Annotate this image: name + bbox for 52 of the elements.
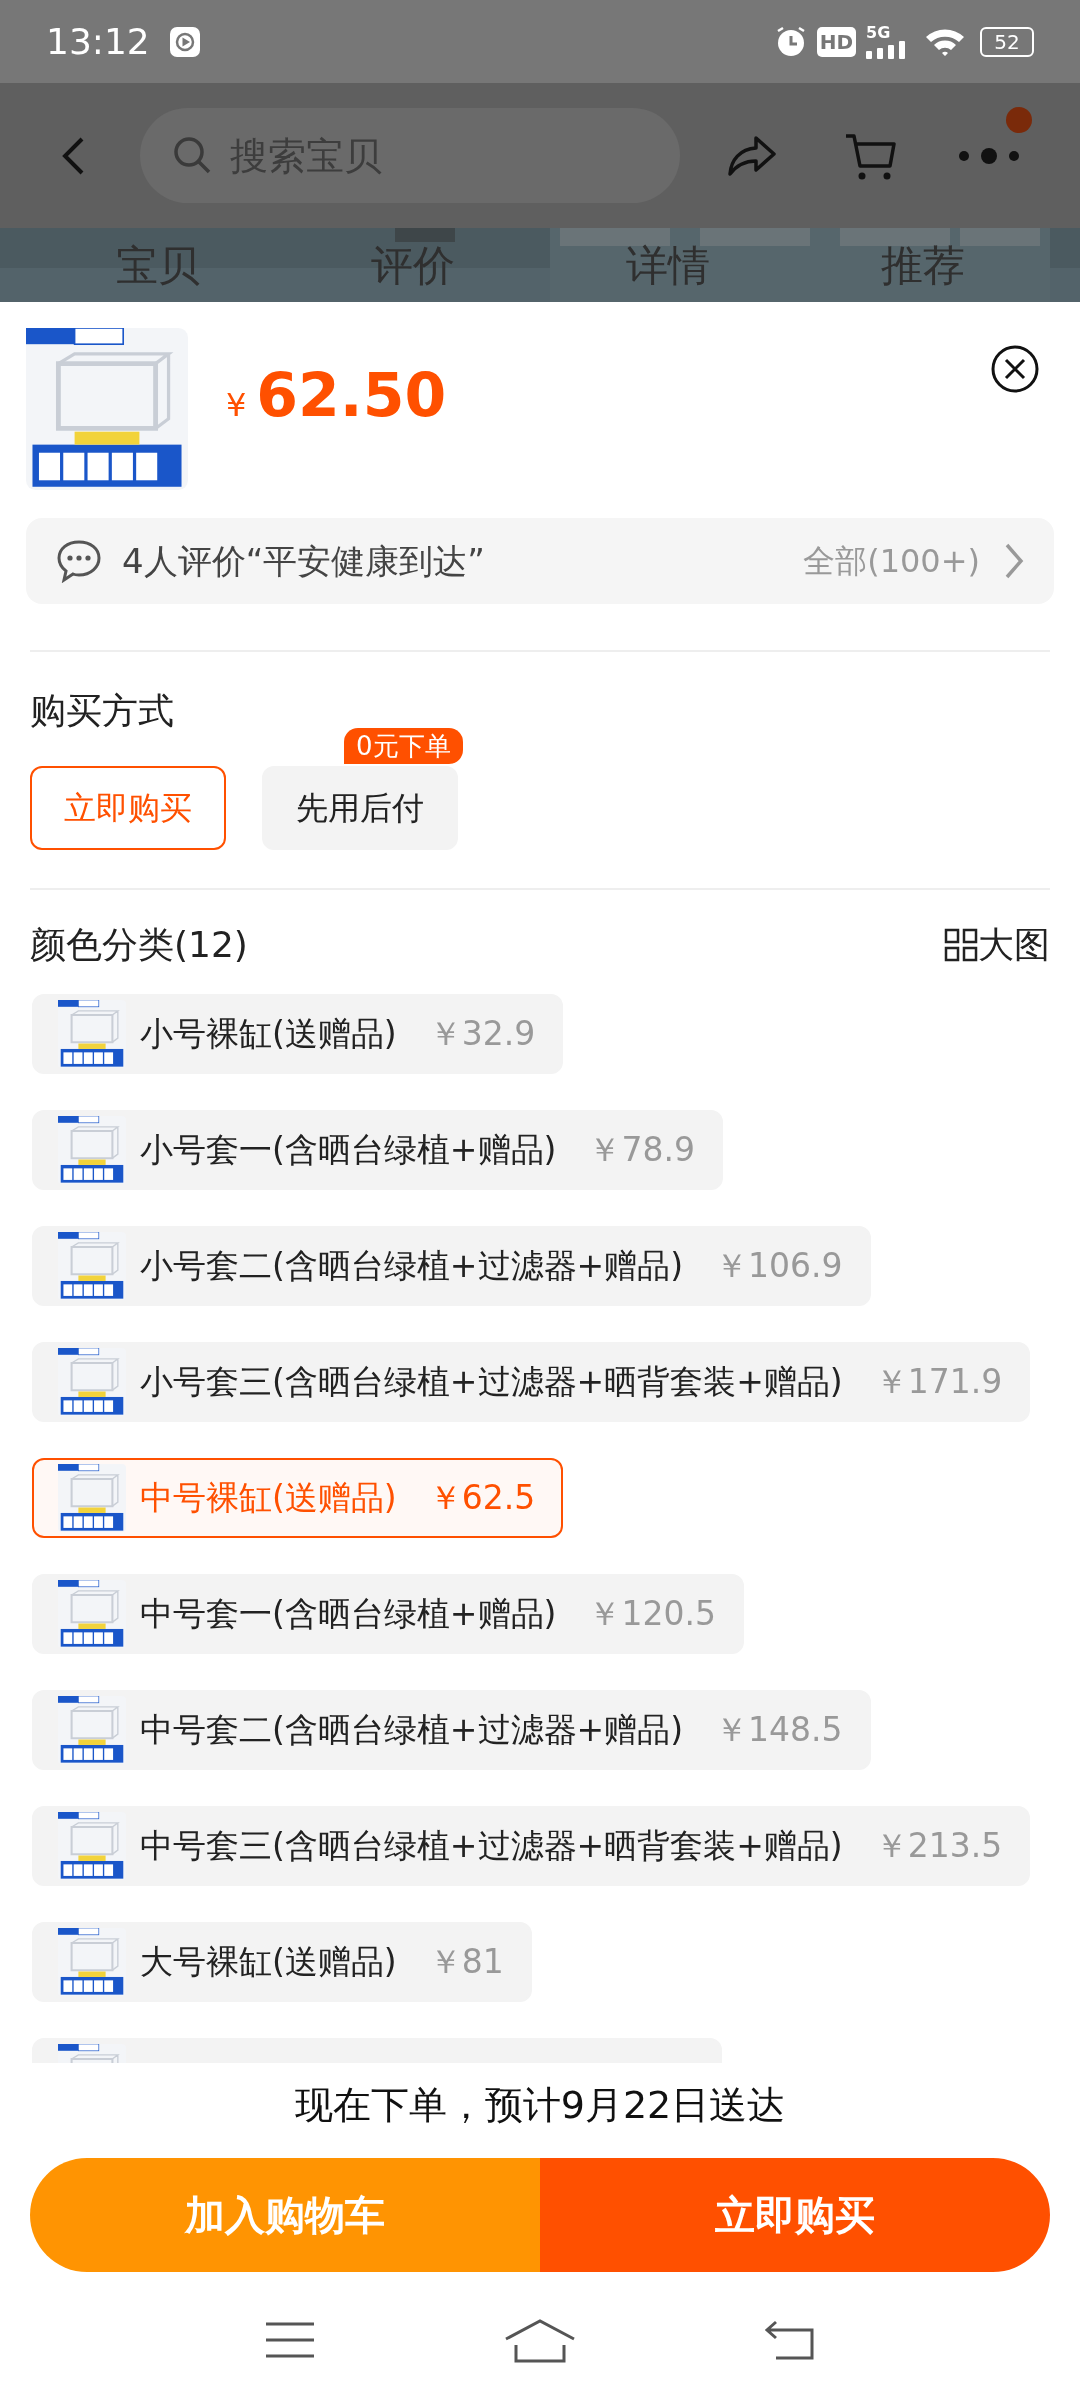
option-name: 中号裸缸(送赠品) <box>140 1477 397 1520</box>
color-option[interactable]: 大号裸缸(送赠品) ￥81 <box>32 1922 532 2002</box>
status-time: 13:12 <box>46 19 150 64</box>
option-name: 大号裸缸(送赠品) <box>140 1941 397 1984</box>
color-option[interactable]: 小号裸缸(送赠品) ￥32.9 <box>32 994 564 1074</box>
color-option[interactable]: 小号套三(含晒台绿植+过滤器+晒背套装+赠品) ￥171.9 <box>32 1342 1031 1422</box>
network-type: 5G <box>866 24 891 41</box>
home-icon[interactable] <box>504 2317 576 2363</box>
option-price: ￥106.9 <box>715 1245 843 1288</box>
more-icon[interactable] <box>958 147 1020 164</box>
purchase-option[interactable]: 先用后付 <box>262 766 458 850</box>
price-label: ¥ 62.50 <box>226 359 447 432</box>
hd-indicator: HD <box>816 26 856 57</box>
option-price: ￥213.5 <box>874 1825 1003 1868</box>
option-price: ￥62.5 <box>428 1477 536 1520</box>
search-icon <box>172 135 212 175</box>
color-option[interactable]: 中号套二(含晒台绿植+过滤器+赠品) ￥148.5 <box>32 1690 871 1770</box>
battery-level: 52 <box>994 31 1020 52</box>
option-name: 中号套三(含晒台绿植+过滤器+晒背套装+赠品) <box>140 1825 843 1868</box>
option-price: ￥81 <box>428 1941 504 1984</box>
play-icon <box>169 26 200 57</box>
back-icon[interactable] <box>764 2318 816 2362</box>
promo-badge: 0元下单 <box>344 728 463 764</box>
review-summary: 4人评价“平安健康到达” <box>122 539 485 583</box>
option-name: 中号套二(含晒台绿植+过滤器+赠品) <box>140 1709 684 1752</box>
option-price: ￥32.9 <box>428 1013 536 1056</box>
review-bar[interactable]: 4人评价“平安健康到达” 全部(100+) <box>26 518 1054 604</box>
option-name: 小号套一(含晒台绿植+赠品) <box>140 1129 557 1172</box>
option-price: ￥148.5 <box>715 1709 843 1752</box>
close-icon[interactable] <box>990 344 1040 394</box>
delivery-estimate: 现在下单，预计9月22日送达 <box>293 2082 787 2129</box>
section-title: 购买方式 <box>29 689 175 733</box>
comment-icon <box>56 539 102 583</box>
color-option[interactable]: 小号套一(含晒台绿植+赠品) ￥78.9 <box>32 1110 723 1190</box>
color-option[interactable]: 小号套二(含晒台绿植+过滤器+赠品) ￥106.9 <box>32 1226 871 1306</box>
option-name: 小号套三(含晒台绿植+过滤器+晒背套装+赠品) <box>140 1361 843 1404</box>
option-price: ￥120.5 <box>588 1593 716 1636</box>
section-title: 颜色分类(12) <box>30 923 248 967</box>
option-name: 小号裸缸(送赠品) <box>140 1013 397 1056</box>
option-name: 中号套一(含晒台绿植+赠品) <box>140 1593 557 1636</box>
chevron-right-icon <box>1004 541 1024 581</box>
option-price: ￥171.9 <box>874 1361 1003 1404</box>
grid-icon <box>944 928 978 962</box>
back-icon[interactable] <box>60 135 86 176</box>
option-name: 小号套二(含晒台绿植+过滤器+赠品) <box>140 1245 684 1288</box>
all-reviews-count: 全部(100+) <box>803 541 980 582</box>
menu-icon[interactable] <box>264 2320 316 2360</box>
large-view-button[interactable]: 大图 <box>944 918 1050 972</box>
color-option[interactable]: 中号套三(含晒台绿植+过滤器+晒背套装+赠品) ￥213.5 <box>32 1806 1031 1886</box>
share-icon[interactable] <box>726 133 778 178</box>
option-price: ￥78.9 <box>588 1129 695 1172</box>
color-option[interactable]: 中号套一(含晒台绿植+赠品) ￥120.5 <box>32 1574 744 1654</box>
